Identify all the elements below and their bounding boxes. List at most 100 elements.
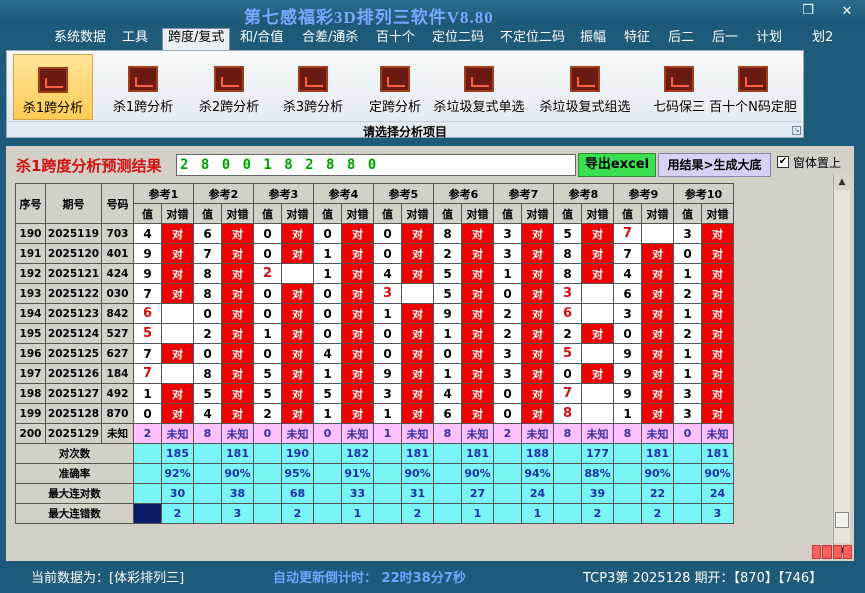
scroll-thumb[interactable]	[835, 512, 849, 528]
ribbon-button[interactable]: 杀垃圾复式单选	[429, 54, 529, 120]
ref-value: 3	[673, 403, 702, 424]
ref-hit-cell: 对	[161, 383, 194, 404]
stats-label: 最大连对数	[15, 483, 134, 504]
close-button[interactable]: ✕	[836, 4, 858, 19]
ref-value: 3	[373, 283, 402, 304]
scroll-up-icon[interactable]: ▲	[834, 174, 850, 190]
stats-spacer	[613, 443, 642, 464]
topmost-checkbox[interactable]: ✔	[777, 156, 789, 168]
ribbon-button[interactable]: 百十个N码定胆	[705, 54, 801, 120]
ref-value: 0	[673, 423, 702, 444]
stats-value: 177	[581, 443, 614, 464]
ref-hit-cell: 对	[461, 403, 494, 424]
table-row[interactable]: 196 2025125 627 7 对 0 对 0 对 4 对 0 对 0 对 3 对 5 9 对 1 对	[15, 343, 734, 364]
col-header-ref[interactable]: 参考10	[673, 183, 734, 204]
col-header-seq[interactable]: 序号	[15, 183, 46, 224]
ref-hit-cell: 对	[281, 323, 314, 344]
stats-spacer	[433, 443, 462, 464]
menu-item[interactable]: 特征	[624, 29, 650, 49]
ref-miss-cell	[401, 283, 434, 304]
col-header-number[interactable]: 号码	[101, 183, 134, 224]
menu-item[interactable]: 跨度/复式	[162, 28, 231, 50]
table-row[interactable]: 199 2025128 870 0 对 4 对 2 对 1 对 1 对 6 对 0 对 8 1 对 3 对	[15, 403, 734, 424]
menu-item[interactable]: 后二	[668, 29, 694, 49]
stats-row: 最大连对数 30 38 68 33 31 27 24 39 22 24	[15, 483, 734, 504]
table-row[interactable]: 190 2025119 703 4 对 6 对 0 对 0 对 0 对 8 对 3 对 5 对 7 3 对	[15, 223, 734, 244]
menu-item[interactable]: 不定位二码	[500, 29, 565, 49]
ref-value: 0	[493, 383, 522, 404]
table-row-pending[interactable]: 200 2025129 未知 2 未知 8 未知 0 未知 0 未知 1 未知 8 未知 2 未知 8 未知 8 未知 0…	[15, 423, 734, 444]
ref-unknown-cell: 未知	[641, 423, 674, 444]
stats-spacer	[253, 443, 282, 464]
row-seq: 194	[15, 303, 46, 324]
ref-value: 1	[433, 323, 462, 344]
col-header-check: 对错	[221, 203, 254, 224]
chart-icon	[380, 66, 410, 92]
stats-spacer	[193, 483, 222, 504]
ref-value: 3	[613, 303, 642, 324]
stats-value: 1	[461, 503, 494, 524]
col-header-ref[interactable]: 参考1	[133, 183, 194, 204]
ref-miss-cell	[581, 343, 614, 364]
col-header-ref[interactable]: 参考6	[433, 183, 494, 204]
col-header-period[interactable]: 期号	[45, 183, 102, 224]
ref-value: 1	[673, 363, 702, 384]
menu-item[interactable]: 定位二码	[432, 29, 484, 49]
restore-button[interactable]: ❐	[797, 3, 819, 18]
menu-item[interactable]: 工具	[122, 29, 148, 49]
table-row[interactable]: 194 2025123 842 6 0 对 0 对 0 对 1 对 9 对 2 对 6 3 对 1 对	[15, 303, 734, 324]
col-header-ref[interactable]: 参考5	[373, 183, 434, 204]
table-row[interactable]: 191 2025120 401 9 对 7 对 0 对 1 对 0 对 2 对 3 对 8 对 7 对 0 对	[15, 243, 734, 264]
menu-item[interactable]: 百十个	[376, 29, 415, 49]
col-header-ref[interactable]: 参考4	[313, 183, 374, 204]
ribbon-button[interactable]: 杀1跨分析	[13, 54, 93, 120]
menu-item[interactable]: 划2	[812, 29, 833, 49]
ref-hit-cell: 对	[581, 243, 614, 264]
export-excel-button[interactable]: 导出excel	[578, 153, 656, 177]
col-header-ref[interactable]: 参考3	[253, 183, 314, 204]
stats-spacer	[493, 443, 522, 464]
ref-value: 3	[673, 383, 702, 404]
ref-miss-cell	[161, 323, 194, 344]
generate-base-button[interactable]: 用结果>生成大底	[658, 153, 771, 177]
table-row[interactable]: 192 2025121 424 9 对 8 对 2 1 对 4 对 5 对 1 对 8 对 4 对 1 对	[15, 263, 734, 284]
table-row[interactable]: 193 2025122 030 7 对 8 对 0 对 0 对 3 5 对 0 对 3 6 对 2 对	[15, 283, 734, 304]
menu-item[interactable]: 系统数据	[54, 29, 106, 49]
ref-value: 0	[313, 323, 342, 344]
col-header-ref[interactable]: 参考2	[193, 183, 254, 204]
ref-value: 4	[373, 263, 402, 284]
ribbon-button[interactable]: 杀3跨分析	[273, 54, 353, 120]
menu-item[interactable]: 合差/通杀	[302, 29, 358, 49]
col-header-check: 对错	[521, 203, 554, 224]
table-row[interactable]: 195 2025124 527 5 2 对 1 对 0 对 0 对 1 对 2 对 2 对 0 对 2 对	[15, 323, 734, 344]
result-field[interactable]: 2 8 0 0 1 8 2 8 8 0	[176, 154, 576, 176]
col-header-ref[interactable]: 参考7	[493, 183, 554, 204]
menu-item[interactable]: 振幅	[580, 29, 606, 49]
stats-value: 38	[221, 483, 254, 504]
vertical-scrollbar[interactable]: ▲ ▼	[833, 174, 850, 559]
ribbon-button[interactable]: 定跨分析	[355, 54, 435, 120]
row-seq: 197	[15, 363, 46, 384]
col-header-value: 值	[493, 203, 522, 224]
ribbon-expand-icon[interactable]: ↘	[792, 126, 801, 135]
stats-value: 30	[161, 483, 194, 504]
ribbon-button[interactable]: 杀1跨分析	[103, 54, 183, 120]
menu-item[interactable]: 计划	[756, 29, 782, 49]
ref-hit-cell: 对	[521, 243, 554, 264]
col-header-check: 对错	[401, 203, 434, 224]
stats-value: 22	[641, 483, 674, 504]
ribbon-button[interactable]: 杀垃圾复式组选	[535, 54, 635, 120]
table-row[interactable]: 198 2025127 492 1 对 5 对 5 对 5 对 3 对 4 对 0 对 7 9 对 3 对	[15, 383, 734, 404]
stats-value: 90%	[461, 463, 494, 484]
stats-spacer	[133, 463, 162, 484]
col-header-ref[interactable]: 参考8	[553, 183, 614, 204]
menu-item[interactable]: 和/合值	[240, 29, 283, 49]
col-header-value: 值	[553, 203, 582, 224]
ref-hit-cell: 对	[461, 283, 494, 304]
col-header-ref[interactable]: 参考9	[613, 183, 674, 204]
ribbon-button[interactable]: 杀2跨分析	[189, 54, 269, 120]
table-row[interactable]: 197 2025126 184 7 8 对 5 对 1 对 9 对 1 对 3 对 0 对 9 对 1 对	[15, 363, 734, 384]
ref-hit-cell: 对	[641, 363, 674, 384]
ref-miss-cell	[581, 283, 614, 304]
menu-item[interactable]: 后一	[712, 29, 738, 49]
